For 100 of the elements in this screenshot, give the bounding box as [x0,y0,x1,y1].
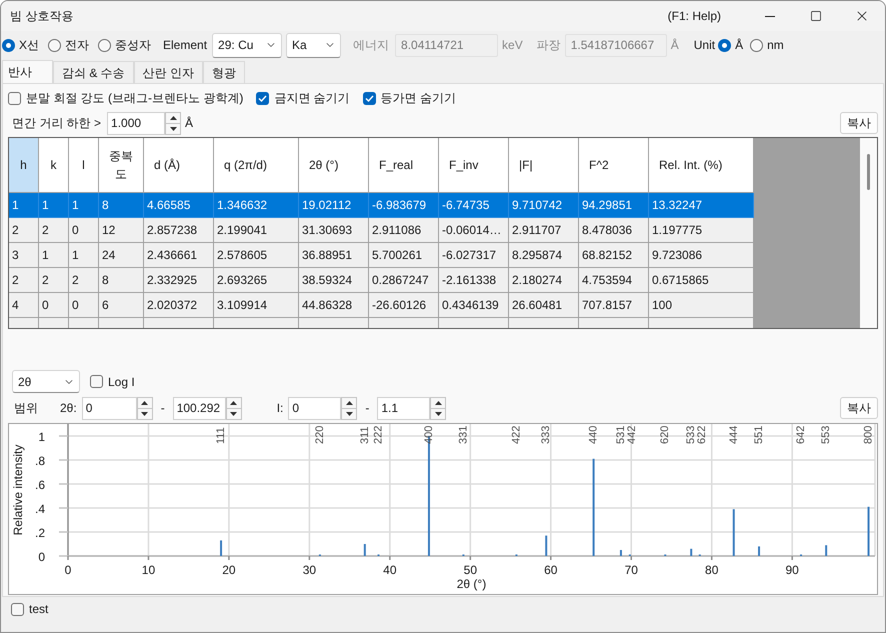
column-header[interactable]: 중복도 [99,138,144,193]
tick-label: 1 [38,430,45,444]
intensity-bar [868,506,870,556]
caret-down-icon [434,412,442,416]
caret-up-icon [230,400,238,404]
column-header[interactable]: h [9,138,39,193]
unit-label: keV [502,37,523,54]
radio-button[interactable]: Å [718,35,744,55]
number-field[interactable]: 0 [288,396,342,420]
column-header[interactable]: l [69,138,99,193]
peak-label: 533 [685,426,698,444]
tab[interactable]: 산란 인자 [134,61,204,84]
column-header[interactable]: |F| [509,138,579,193]
column-header[interactable]: F_inv [439,138,509,193]
field-label: 파장 [536,37,561,54]
checkbox[interactable]: 분말 회절 강도 (브래그-브렌타노 광학계) [8,88,244,108]
column-header[interactable]: 2θ (°) [299,138,369,193]
range-separator: - [160,400,165,417]
column-header[interactable]: k [39,138,69,193]
tick-label: 50 [464,563,477,577]
tick-label: 80 [705,563,718,577]
column-header[interactable]: d (Å) [144,138,214,193]
checkbox[interactable]: 등가면 숨기기 [362,88,456,108]
intensity-bar [758,546,760,556]
tick-label: 70 [624,563,638,577]
field-label: 범위 [14,400,38,417]
field-label: Element [163,37,208,54]
field-label: Unit [694,37,716,54]
peak-label: 622 [696,426,708,444]
table-row[interactable]: 2 2 0 12 2.857238 2.199041 31.30693 2.911086 -0.06014… 2.911707 8.478036 1.197775 [9,218,754,243]
column-header[interactable]: F^2 [579,138,649,193]
intensity-bar [690,548,692,556]
table-row[interactable]: 1 1 1 8 4.66585 1.346632 19.02112 -6.983679 -6.74735 9.710742 94.29851 13.32247 [9,193,754,218]
peak-label: 311 [358,426,371,444]
table-row[interactable]: 2 2 2 8 2.332925 2.693265 38.59324 0.2867247 -2.161338 2.180274 4.753594 0.6715865 [9,268,754,293]
table-row[interactable]: 3 1 1 24 2.436661 2.578605 36.88951 5.700261 -6.027317 8.295874 68.82152 9.723086 [9,243,754,268]
column-header[interactable]: q (2π/d) [214,138,299,193]
peak-label: 333 [540,426,552,444]
scrollbar-thumb[interactable] [867,154,870,190]
peak-label: 222 [372,426,385,444]
peak-label: 422 [510,426,522,444]
range-separator: - [365,400,370,417]
peak-label: 444 [728,426,740,444]
unit-label: Å [185,115,194,132]
peak-label: 551 [753,426,766,444]
radio-button[interactable]: X선 [2,35,40,55]
spin-up-button[interactable] [341,396,358,408]
axis-title: Relative intensity [11,444,25,536]
number-field[interactable]: 1.000 [107,112,166,134]
tick-label: 30 [302,563,316,577]
peak-label: 531 [614,426,627,444]
intensity-bar [545,536,548,556]
tab[interactable]: 형광 [203,61,246,84]
intensity-bar [620,550,622,556]
checkbox[interactable]: test [11,599,48,619]
element-select[interactable]: 29: Cu [212,32,282,58]
radio-button[interactable]: 전자 [48,35,90,55]
number-field[interactable]: 100.292 [172,396,226,420]
spin-down-button[interactable] [341,408,358,420]
peak-label: 440 [588,426,600,444]
axis-select[interactable]: 2θ [12,370,80,393]
maximize-icon [810,10,822,22]
tick-label: 20 [222,563,236,577]
peak-label: 620 [659,426,672,444]
window-title: 빔 상호작용 [10,8,74,25]
copy-button[interactable]: 복사 [840,112,878,134]
spin-down-button[interactable] [430,408,446,420]
spin-up-button[interactable] [430,396,446,408]
line-select[interactable]: Ka [286,32,342,58]
caret-up-icon [434,400,442,404]
unit-label: Å [670,37,679,54]
table-row[interactable]: 4 0 0 6 2.020372 3.109914 44.86328 -26.60126 0.4346139 26.60481 707.8157 100 [9,293,754,318]
caret-up-icon [170,116,177,120]
radio-button[interactable]: nm [750,35,784,55]
tick-label: 0 [64,563,72,577]
tick-label: 40 [383,563,397,577]
tab[interactable]: 반사 [2,60,53,84]
spin-up-button[interactable] [136,396,153,408]
spin-down-button[interactable] [165,124,182,134]
tick-label: 60 [544,563,558,577]
copy-button[interactable]: 복사 [840,397,878,419]
spin-up-button[interactable] [226,396,242,408]
peak-label: 400 [422,426,435,444]
checkbox[interactable]: Log I [90,372,135,392]
tick-label: .4 [34,502,45,516]
column-header[interactable]: Rel. Int. (%) [649,138,754,193]
number-field[interactable]: 0 [82,396,137,420]
field-label: I: [276,400,284,417]
tick-label: .6 [34,478,45,492]
intensity-bar [825,545,828,556]
checkbox[interactable]: 금지면 숨기기 [256,88,350,108]
spin-up-button[interactable] [165,112,182,124]
peak-label: 331 [457,426,470,444]
column-header[interactable]: F_real [369,138,439,193]
field-label: 에너지 [353,37,390,54]
tab[interactable]: 감쇠 & 수송 [53,61,134,84]
radio-button[interactable]: 중성자 [98,35,152,55]
caret-down-icon [230,412,238,416]
caret-down-icon [141,412,148,416]
number-field[interactable]: 1.1 [377,396,430,420]
